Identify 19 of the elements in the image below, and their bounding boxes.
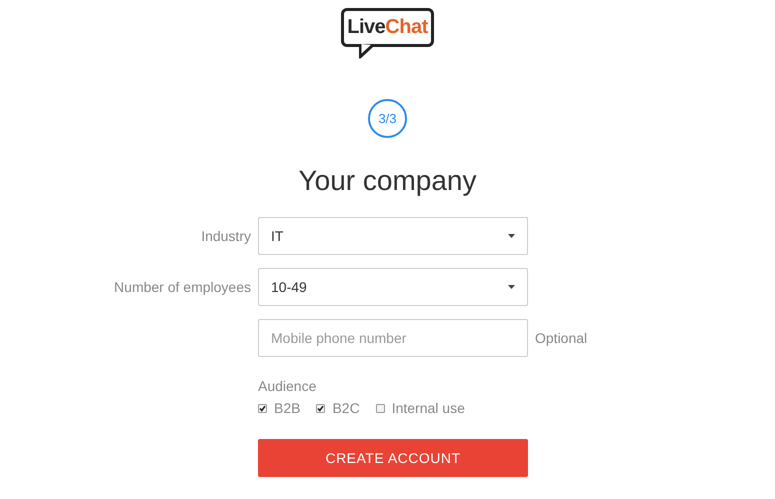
checkbox-label: B2C xyxy=(332,400,360,416)
checkbox-label: Internal use xyxy=(392,400,465,416)
checkbox[interactable] xyxy=(376,404,385,412)
checked-checkbox[interactable] xyxy=(316,404,326,412)
dropdown[interactable]: 10-49 xyxy=(258,268,528,306)
checkbox-label: B2B xyxy=(274,400,300,416)
page-title: Your company xyxy=(298,164,476,198)
phone-field[interactable]: Mobile phone number xyxy=(258,319,528,357)
optional-note: Optional xyxy=(535,330,588,346)
step-indicator: 3/3 xyxy=(368,99,407,138)
caret-icon xyxy=(508,234,515,238)
create-account-button[interactable]: CREATE ACCOUNT xyxy=(258,439,528,477)
caret-icon xyxy=(508,285,515,289)
field-label: Industry xyxy=(200,228,251,244)
field-label: Number of employees xyxy=(113,279,251,295)
audience-label: Audience xyxy=(258,378,318,394)
checked-checkbox[interactable] xyxy=(258,404,267,412)
dropdown[interactable]: IT xyxy=(258,217,528,255)
logo: LiveChat xyxy=(341,8,434,58)
